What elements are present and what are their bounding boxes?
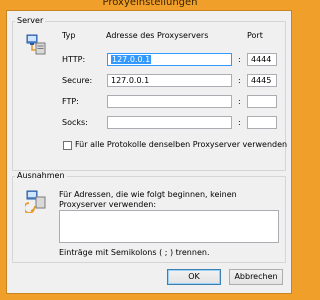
http-colon: :: [238, 55, 241, 64]
cancel-button[interactable]: Abbrechen: [229, 269, 283, 285]
secure-port-input[interactable]: 4445: [247, 74, 277, 87]
socks-port-input[interactable]: [247, 116, 277, 129]
secure-colon: :: [238, 76, 241, 85]
title-bar: Proxyeinstellungen: [0, 0, 300, 10]
secure-address-input[interactable]: 127.0.0.1: [107, 74, 232, 87]
ok-button[interactable]: OK: [167, 269, 221, 285]
exceptions-input[interactable]: [59, 210, 279, 243]
http-label: HTTP:: [62, 55, 86, 64]
column-address-label: Adresse des Proxyservers: [106, 31, 209, 40]
http-port-input[interactable]: 4444: [247, 53, 277, 66]
same-proxy-checkbox[interactable]: [63, 141, 72, 150]
server-legend: Server: [15, 16, 46, 26]
http-address-input[interactable]: 127.0.0.1: [107, 53, 232, 66]
ftp-address-input[interactable]: [107, 95, 232, 108]
same-proxy-label[interactable]: Für alle Protokolle denselben Proxyserve…: [75, 140, 287, 150]
exceptions-description: Für Adressen, die wie folgt beginnen, ke…: [59, 190, 237, 209]
ftp-port-input[interactable]: [247, 95, 277, 108]
proxy-settings-dialog: Server Typ Adresse des Proxyservers Port…: [6, 10, 292, 294]
column-port-label: Port: [247, 31, 263, 40]
network-exceptions-icon: [25, 190, 46, 213]
ftp-colon: :: [238, 97, 241, 106]
socks-address-input[interactable]: [107, 116, 232, 129]
column-type-label: Typ: [62, 31, 76, 40]
exceptions-legend: Ausnahmen: [15, 171, 67, 181]
socks-label: Socks:: [62, 118, 88, 127]
secure-label: Secure:: [62, 76, 93, 85]
network-server-icon: [26, 34, 46, 55]
socks-colon: :: [238, 118, 241, 127]
ftp-label: FTP:: [62, 97, 79, 106]
exceptions-hint: Einträge mit Semikolons ( ; ) trennen.: [59, 248, 210, 257]
window-title: Proxyeinstellungen: [102, 0, 198, 8]
